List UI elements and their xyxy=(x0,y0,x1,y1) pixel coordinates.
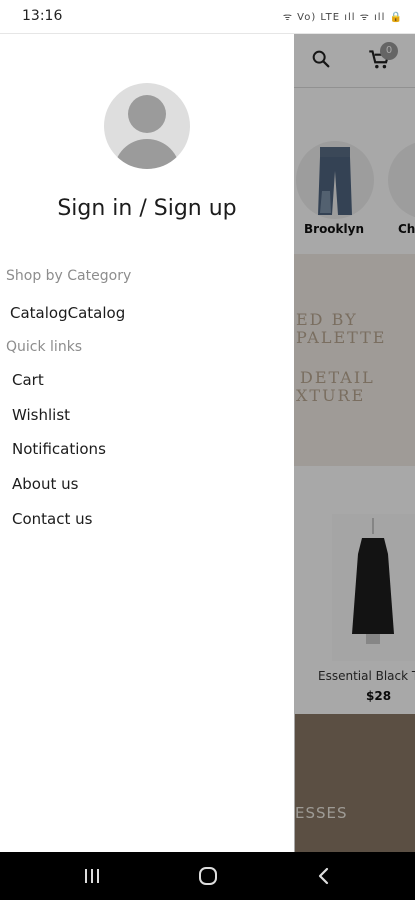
sign-in-link[interactable]: Sign in / Sign up xyxy=(0,196,294,221)
home-icon[interactable] xyxy=(196,864,220,888)
menu-item-catalog[interactable]: CatalogCatalog xyxy=(10,304,125,322)
menu-item-wishlist[interactable]: Wishlist xyxy=(12,406,70,424)
system-nav-bar xyxy=(0,852,415,900)
menu-item-cart[interactable]: Cart xyxy=(12,371,44,389)
back-icon[interactable] xyxy=(312,864,336,888)
avatar-body xyxy=(114,139,180,169)
navigation-drawer: Sign in / Sign up Shop by Category Catal… xyxy=(0,34,294,852)
menu-item-notifications[interactable]: Notifications xyxy=(12,440,106,458)
status-bar: 13:16 ᯤ Vo) LTE ıll ᯤ ıll 🔒 xyxy=(0,0,415,34)
avatar-icon[interactable] xyxy=(104,83,190,169)
status-icons: ᯤ Vo) LTE ıll ᯤ ıll 🔒 xyxy=(282,12,403,23)
menu-item-about-us[interactable]: About us xyxy=(12,475,78,493)
avatar-head xyxy=(128,95,166,133)
status-time: 13:16 xyxy=(22,8,63,24)
shop-by-category-title: Shop by Category xyxy=(6,268,132,284)
recent-apps-icon[interactable] xyxy=(80,864,104,888)
quick-links-title: Quick links xyxy=(6,339,83,355)
menu-item-contact-us[interactable]: Contact us xyxy=(12,510,92,528)
